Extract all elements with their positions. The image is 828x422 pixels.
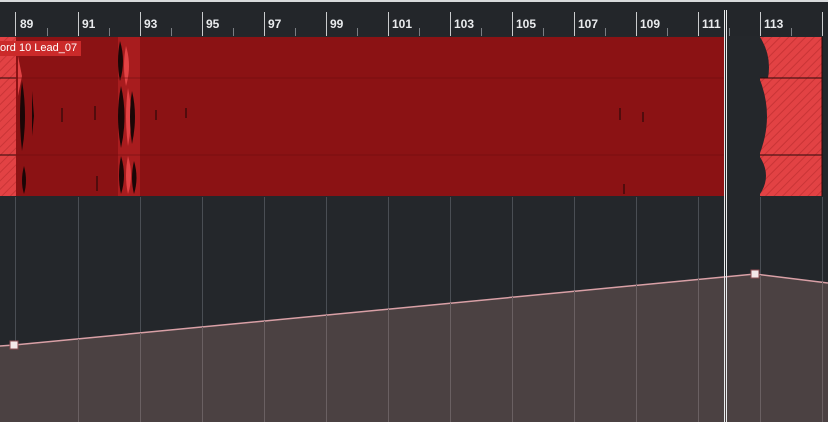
automation-fill [0, 274, 828, 422]
ruler-tick [698, 12, 699, 38]
automation-point-1[interactable] [9, 340, 19, 350]
ruler-tick [636, 12, 637, 38]
ruler-tick [326, 12, 327, 38]
ruler-bar-111: 111 [702, 17, 721, 31]
ruler-tick [140, 12, 141, 38]
audio-event-main[interactable] [16, 37, 725, 196]
ruler-bar-95: 95 [206, 17, 220, 31]
ruler-bar-101: 101 [392, 17, 413, 31]
audio-event-name[interactable]: ord 10 Lead_07 [0, 41, 82, 56]
ruler-tick [78, 12, 79, 38]
ruler-bar-109: 109 [640, 17, 661, 31]
automation-curve-graphic [0, 197, 828, 422]
ruler-tick [822, 12, 823, 38]
ruler-tick [512, 12, 513, 38]
audio-event-left[interactable] [0, 37, 16, 196]
ruler-bar-97: 97 [268, 17, 282, 31]
ruler-bar-103: 103 [454, 17, 475, 31]
ruler-bar-91: 91 [82, 17, 96, 31]
timeline-ruler[interactable]: 89 91 93 95 97 99 101 103 105 107 109 11… [0, 0, 828, 38]
automation-lane[interactable] [0, 197, 828, 422]
ruler-tick [760, 12, 761, 38]
ruler-bar-105: 105 [516, 17, 537, 31]
ruler-bar-113: 113 [764, 17, 784, 31]
ruler-tick [574, 12, 575, 38]
ruler-bar-107: 107 [578, 17, 599, 31]
ruler-tick [450, 12, 451, 38]
ruler-bar-99: 99 [330, 17, 344, 31]
ruler-tick [15, 12, 16, 38]
audio-event-right[interactable] [760, 37, 823, 196]
playback-cursor[interactable] [724, 10, 727, 422]
ruler-tick [264, 12, 265, 38]
audio-events-graphic [0, 37, 823, 196]
ruler-tick [202, 12, 203, 38]
automation-point-2[interactable] [750, 269, 760, 279]
ruler-bar-89: 89 [20, 17, 34, 31]
ruler-tick [388, 12, 389, 38]
audio-track-lane[interactable]: ord 10 Lead_07 [0, 36, 828, 198]
ruler-bar-93: 93 [144, 17, 158, 31]
